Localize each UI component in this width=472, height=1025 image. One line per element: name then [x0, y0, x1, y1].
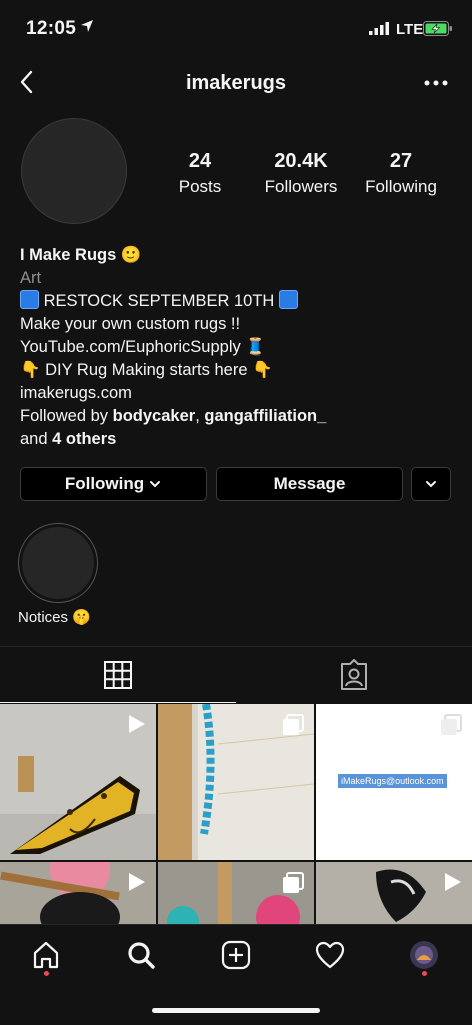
chevron-down-icon — [150, 481, 161, 488]
bio-restock-text: RESTOCK SEPTEMBER 10TH — [43, 292, 275, 310]
bio-restock-line: RESTOCK SEPTEMBER 10TH — [20, 290, 460, 313]
nav-activity[interactable] — [310, 935, 350, 975]
story-highlight[interactable] — [18, 523, 98, 603]
profile-tabs — [0, 647, 472, 703]
follower-username[interactable]: bodycaker — [113, 407, 196, 425]
chevron-down-icon — [426, 481, 436, 488]
bio-diy-line: 👇 DIY Rug Making starts here 👇 — [20, 361, 273, 379]
posts-grid: iMakeRugs@outlook.com — [0, 704, 472, 924]
posts-label: Posts — [178, 177, 222, 196]
profile-display-name: I Make Rugs 🙂 — [20, 246, 142, 264]
profile-avatar-icon — [410, 941, 438, 969]
following-stat[interactable]: 27 Following — [358, 150, 444, 197]
message-button[interactable]: Message — [216, 467, 403, 501]
followed-by-line[interactable]: Followed by bodycaker, gangaffiliation_ — [20, 405, 460, 428]
post-thumbnail[interactable] — [316, 862, 472, 924]
notification-dot — [44, 971, 49, 976]
nav-profile[interactable] — [404, 935, 444, 975]
carousel-icon — [283, 872, 304, 893]
following-label: Following — [365, 177, 437, 196]
play-icon — [445, 873, 461, 891]
posts-count: 24 — [188, 150, 212, 172]
followers-stat[interactable]: 20.4K Followers — [256, 150, 346, 197]
bio-custom-line: Make your own custom rugs !! — [20, 315, 241, 333]
post-thumbnail[interactable]: iMakeRugs@outlook.com — [316, 704, 472, 860]
post-thumbnail[interactable] — [0, 704, 156, 860]
blue-square-icon — [20, 290, 39, 309]
following-count: 27 — [389, 150, 413, 172]
play-icon — [129, 715, 145, 733]
following-button[interactable]: Following — [20, 467, 207, 501]
profile-category: Art — [20, 269, 42, 287]
status-bar: 12:05 LTE — [0, 0, 472, 58]
followed-by-and: and — [20, 430, 53, 448]
home-indicator[interactable] — [152, 1008, 320, 1013]
highlight-cover — [22, 527, 94, 599]
following-button-label: Following — [64, 474, 145, 493]
highlight-label: Notices 🤫 — [18, 609, 91, 626]
carousel-icon — [441, 714, 462, 735]
status-time: 12:05 — [26, 18, 77, 39]
post-thumbnail[interactable] — [158, 862, 314, 924]
tagged-icon — [341, 659, 367, 690]
post-email-text: iMakeRugs@outlook.com — [338, 774, 447, 788]
blue-square-icon — [278, 290, 298, 309]
grid-icon — [104, 661, 132, 689]
followers-count: 20.4K — [274, 150, 328, 172]
profile-website-link[interactable]: imakerugs.com — [20, 382, 460, 405]
follower-username[interactable]: gangaffiliation_ — [204, 407, 326, 425]
network-type: LTE — [396, 21, 424, 38]
battery-charging-icon — [423, 21, 452, 36]
bio-youtube-link[interactable]: YouTube.com/EuphoricSupply 🧵 — [20, 336, 460, 359]
play-icon — [129, 873, 145, 891]
profile-header: imakerugs — [0, 58, 472, 108]
followed-by-others-count[interactable]: 4 others — [52, 430, 116, 448]
nav-search[interactable] — [121, 935, 161, 975]
profile-bio: I Make Rugs 🙂 Art RESTOCK SEPTEMBER 10TH… — [20, 244, 460, 451]
separator: , — [195, 407, 205, 425]
suggested-accounts-button[interactable] — [411, 467, 451, 501]
message-button-label: Message — [273, 474, 346, 493]
followed-by-prefix: Followed by — [20, 407, 113, 425]
post-thumbnail[interactable] — [0, 862, 156, 924]
search-icon — [128, 942, 155, 969]
followed-by-others[interactable]: and 4 others — [20, 428, 460, 451]
create-icon — [221, 940, 251, 970]
tab-posts-grid[interactable] — [0, 647, 236, 703]
notification-dot — [422, 971, 427, 976]
more-options-icon[interactable] — [424, 80, 448, 86]
tab-tagged[interactable] — [236, 647, 472, 703]
nav-create[interactable] — [216, 935, 256, 975]
carousel-icon — [283, 714, 304, 735]
signal-icon — [369, 22, 389, 35]
activity-heart-icon — [315, 941, 345, 969]
nav-home[interactable] — [26, 935, 66, 975]
profile-avatar[interactable] — [21, 118, 127, 224]
home-icon — [33, 941, 59, 969]
followers-label: Followers — [264, 177, 338, 196]
post-thumbnail[interactable] — [158, 704, 314, 860]
location-arrow-icon — [81, 20, 93, 32]
posts-stat[interactable]: 24 Posts — [172, 150, 228, 197]
profile-username: imakerugs — [185, 72, 287, 94]
